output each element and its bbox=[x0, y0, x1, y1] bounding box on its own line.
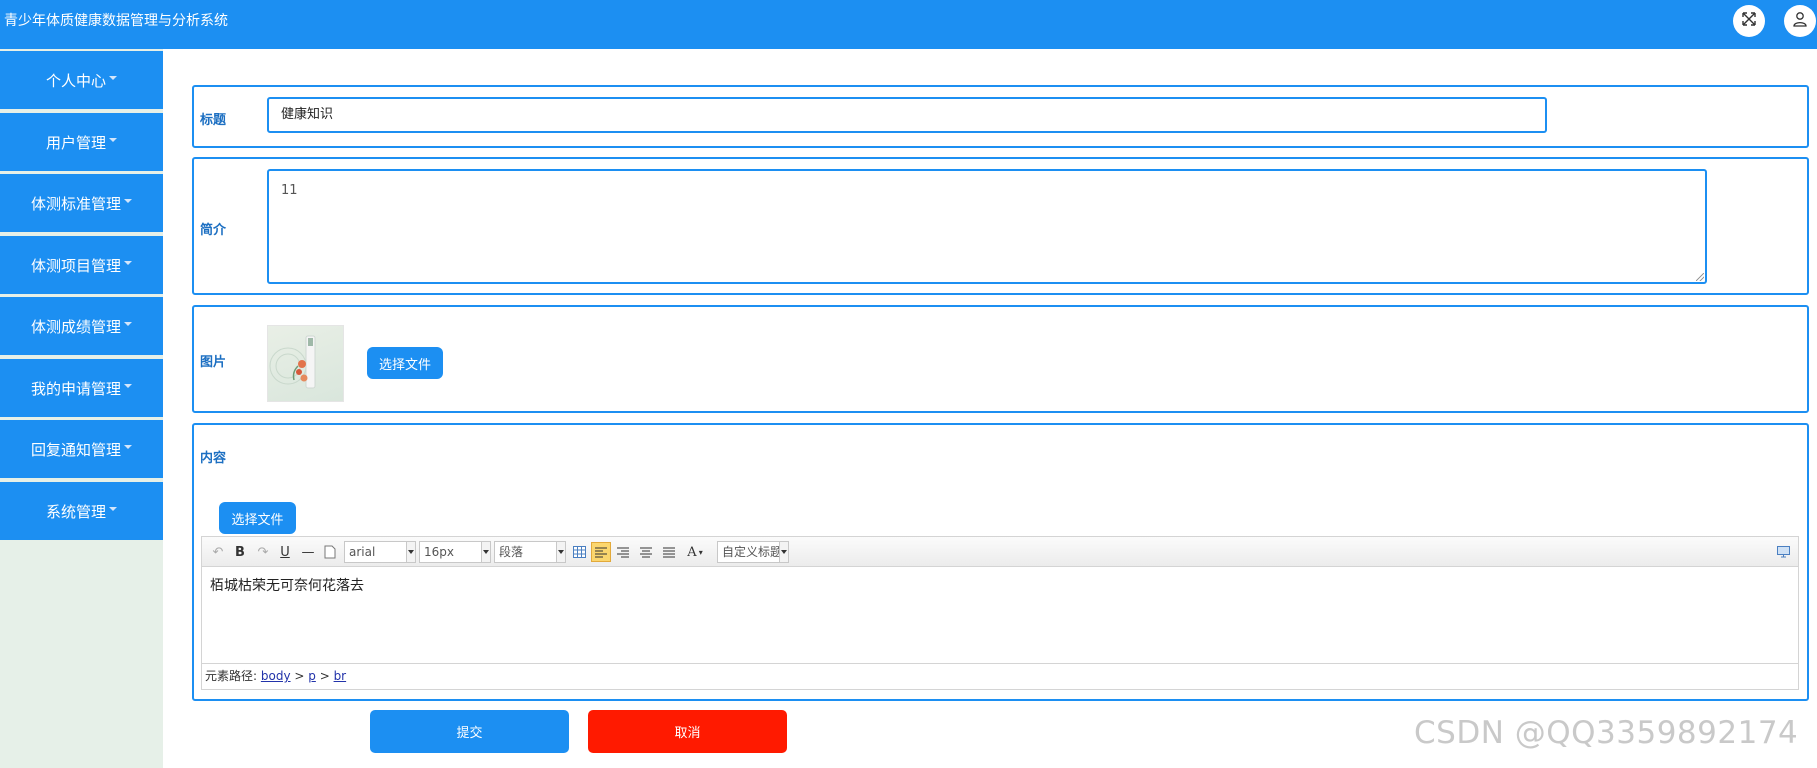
table-icon[interactable] bbox=[571, 542, 587, 562]
sidebar: 个人中心 用户管理 体测标准管理 体测项目管理 体测成绩管理 我的申请管理 回复… bbox=[0, 49, 163, 768]
expand-arrows-icon bbox=[1741, 11, 1757, 31]
paragraph-select[interactable]: 段落 bbox=[494, 541, 566, 563]
sidebar-item-label: 体测标准管理 bbox=[30, 194, 121, 213]
cancel-button[interactable]: 取消 bbox=[588, 710, 787, 753]
editor-content-area[interactable]: 栢城枯荣无可奈何花落去 bbox=[202, 567, 1798, 662]
content-upload-button[interactable]: 选择文件 bbox=[219, 502, 296, 534]
element-path-link[interactable]: p bbox=[308, 669, 316, 683]
preview-icon[interactable] bbox=[1775, 542, 1791, 562]
title-label: 标题 bbox=[200, 113, 227, 128]
element-path-link[interactable]: br bbox=[334, 669, 347, 683]
chevron-down-icon bbox=[109, 138, 117, 142]
sidebar-item-label: 体测成绩管理 bbox=[30, 317, 121, 336]
sidebar-item-reply-notices[interactable]: 回复通知管理 bbox=[0, 420, 163, 478]
image-upload-button[interactable]: 选择文件 bbox=[367, 347, 443, 379]
chevron-down-icon bbox=[556, 542, 565, 562]
align-center-icon[interactable] bbox=[638, 542, 654, 562]
rich-text-editor: ↶ B ↷ U — arial 16px 段落 A ▾ 自定义标题 栢城枯荣无可… bbox=[201, 536, 1799, 690]
chevron-down-icon bbox=[779, 542, 788, 562]
top-bar: 青少年体质健康数据管理与分析系统 bbox=[0, 0, 1817, 49]
chevron-down-icon bbox=[124, 261, 132, 265]
chevron-down-icon bbox=[406, 542, 415, 562]
align-justify-icon[interactable] bbox=[661, 542, 677, 562]
form-row-content: 内容 选择文件 ↶ B ↷ U — arial 16px 段落 A ▾ 自定义标… bbox=[192, 423, 1809, 701]
chevron-down-icon bbox=[124, 199, 132, 203]
custom-title-value: 自定义标题 bbox=[722, 545, 783, 559]
user-button[interactable] bbox=[1784, 5, 1816, 37]
align-right-icon[interactable] bbox=[615, 542, 631, 562]
editor-body-text: 栢城枯荣无可奈何花落去 bbox=[210, 578, 364, 594]
resize-handle-icon[interactable] bbox=[1696, 273, 1704, 281]
sidebar-item-test-standard[interactable]: 体测标准管理 bbox=[0, 174, 163, 232]
font-family-select[interactable]: arial bbox=[344, 541, 416, 563]
image-label: 图片 bbox=[200, 355, 227, 370]
intro-textarea[interactable]: 11 bbox=[267, 169, 1707, 284]
form-row-image: 图片 选择文件 bbox=[192, 305, 1809, 413]
redo-icon[interactable]: ↷ bbox=[255, 542, 271, 562]
sidebar-item-label: 用户管理 bbox=[45, 133, 106, 152]
content-label: 内容 bbox=[200, 451, 227, 466]
paragraph-value: 段落 bbox=[499, 545, 524, 559]
sidebar-item-user-management[interactable]: 用户管理 bbox=[0, 113, 163, 171]
horizontal-rule-icon[interactable]: — bbox=[300, 542, 316, 562]
sidebar-item-label: 我的申请管理 bbox=[30, 379, 121, 398]
chevron-down-icon bbox=[124, 322, 132, 326]
chevron-down-icon bbox=[109, 76, 117, 80]
sidebar-item-my-applications[interactable]: 我的申请管理 bbox=[0, 359, 163, 417]
sidebar-item-label: 系统管理 bbox=[45, 502, 106, 521]
element-path-bar: 元素路径: body > p > br bbox=[202, 663, 1798, 689]
font-size-value: 16px bbox=[424, 545, 454, 559]
app-title: 青少年体质健康数据管理与分析系统 bbox=[4, 13, 228, 29]
form-row-title: 标题 健康知识 bbox=[192, 85, 1809, 148]
chevron-down-icon bbox=[124, 384, 132, 388]
user-icon bbox=[1792, 11, 1808, 31]
undo-icon[interactable]: ↶ bbox=[210, 542, 226, 562]
sidebar-item-label: 体测项目管理 bbox=[30, 256, 121, 275]
page-icon[interactable] bbox=[323, 542, 337, 562]
intro-label: 简介 bbox=[200, 223, 227, 238]
font-color-icon[interactable]: A ▾ bbox=[684, 542, 706, 562]
editor-toolbar: ↶ B ↷ U — arial 16px 段落 A ▾ 自定义标题 bbox=[202, 537, 1798, 567]
chevron-down-icon bbox=[109, 507, 117, 511]
sidebar-item-system-management[interactable]: 系统管理 bbox=[0, 482, 163, 540]
title-input[interactable]: 健康知识 bbox=[267, 97, 1547, 133]
sidebar-item-test-items[interactable]: 体测项目管理 bbox=[0, 236, 163, 294]
underline-icon[interactable]: U bbox=[278, 542, 292, 562]
chevron-down-icon bbox=[124, 445, 132, 449]
intro-text: 11 bbox=[281, 183, 298, 198]
font-family-value: arial bbox=[349, 545, 376, 559]
align-left-icon[interactable] bbox=[591, 542, 611, 562]
sidebar-item-test-scores[interactable]: 体测成绩管理 bbox=[0, 297, 163, 355]
font-size-select[interactable]: 16px bbox=[419, 541, 491, 563]
form-row-intro: 简介 11 bbox=[192, 157, 1809, 295]
custom-title-select[interactable]: 自定义标题 bbox=[717, 541, 789, 563]
sidebar-item-personal-center[interactable]: 个人中心 bbox=[0, 51, 163, 109]
element-path-label: 元素路径: bbox=[205, 669, 258, 683]
submit-button[interactable]: 提交 bbox=[370, 710, 569, 753]
bold-icon[interactable]: B bbox=[233, 542, 247, 562]
element-path-link[interactable]: body bbox=[261, 669, 291, 683]
chevron-down-icon bbox=[481, 542, 490, 562]
image-preview bbox=[267, 325, 344, 402]
sidebar-item-label: 个人中心 bbox=[45, 71, 106, 90]
fullscreen-button[interactable] bbox=[1733, 5, 1765, 37]
sidebar-item-label: 回复通知管理 bbox=[30, 440, 121, 459]
watermark: CSDN @QQ3359892174 bbox=[1414, 715, 1799, 751]
